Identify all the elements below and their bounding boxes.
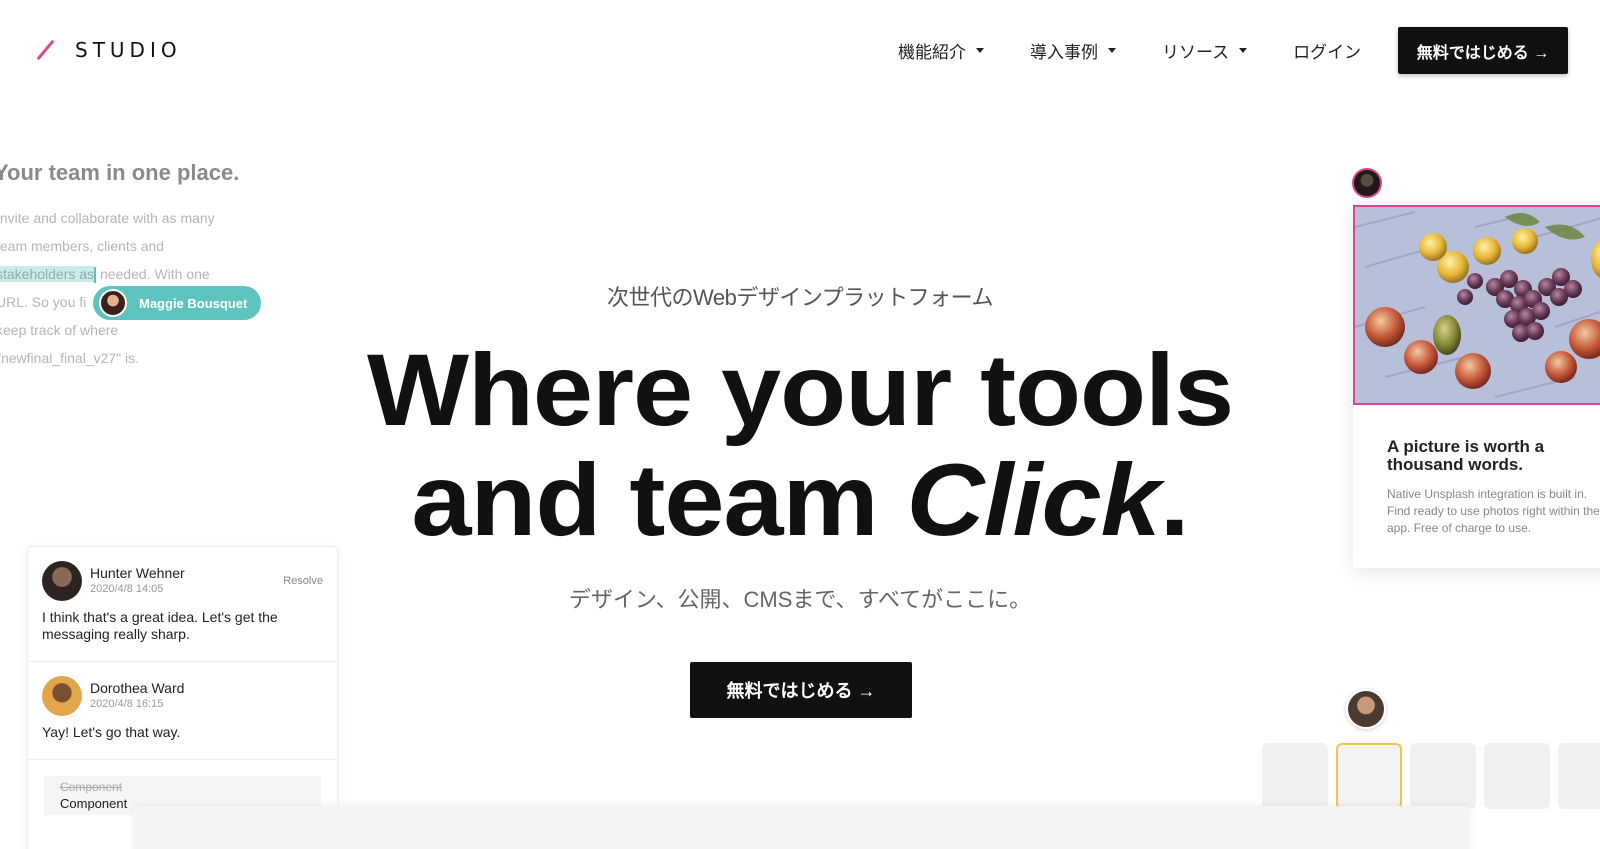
hero-title-line2: and team xyxy=(411,443,907,557)
comment-text: I think that's a great idea. Let's get t… xyxy=(42,609,278,642)
header-signup-button[interactable]: 無料ではじめる → xyxy=(1398,27,1568,74)
team-line: team members, clients and xyxy=(0,238,165,254)
site-header: STUDIO 機能紹介 導入事例 リソース ログイン 無料ではじめる → xyxy=(0,0,1600,100)
bottom-editor-panel xyxy=(133,806,1470,849)
logo-text: STUDIO xyxy=(75,38,182,62)
studio-logo[interactable]: STUDIO xyxy=(36,36,182,64)
nav-item-label: 導入事例 xyxy=(1030,42,1098,62)
thumbnail[interactable] xyxy=(1484,743,1550,809)
nav-item-features[interactable]: 機能紹介 xyxy=(898,38,984,63)
nav-item-resources[interactable]: リソース xyxy=(1162,38,1248,63)
avatar xyxy=(42,676,82,716)
comment-item: Dorothea Ward 2020/4/8 16:15 Yay! Let's … xyxy=(28,662,337,760)
strikethrough-text: Component xyxy=(60,780,123,794)
hero-title-period: . xyxy=(1159,443,1190,557)
nav-item-label: 機能紹介 xyxy=(898,42,966,62)
nav-item-case-studies[interactable]: 導入事例 xyxy=(1030,38,1116,63)
team-line: Invite and collaborate with as many xyxy=(0,210,215,226)
comment-item: Hunter Wehner 2020/4/8 14:05 Resolve I t… xyxy=(28,547,337,662)
thumbnail[interactable] xyxy=(1410,743,1476,809)
caret-down-icon xyxy=(1239,47,1248,53)
still-life-painting-image[interactable] xyxy=(1353,205,1600,405)
caret-down-icon xyxy=(976,47,984,53)
card-title: A picture is worth a thousand words. xyxy=(1387,437,1545,474)
resolve-button[interactable]: Resolve xyxy=(283,575,323,587)
comment-timestamp: 2020/4/8 16:15 xyxy=(90,698,164,710)
thumbnail[interactable] xyxy=(1262,743,1328,809)
painting-illustration xyxy=(1355,207,1600,403)
picture-card: A picture is worth a thousand words. Nat… xyxy=(1353,205,1600,568)
thumbnail[interactable] xyxy=(1558,743,1600,809)
comment-author: Dorothea Ward xyxy=(90,680,185,696)
avatar xyxy=(42,561,82,601)
nav-item-label: リソース xyxy=(1162,42,1230,62)
comment-text: Yay! Let's go that way. xyxy=(42,724,181,740)
logo-slash-icon xyxy=(36,39,55,61)
comments-panel: Hunter Wehner 2020/4/8 14:05 Resolve I t… xyxy=(27,546,338,849)
image-thumbnail-row xyxy=(1262,743,1600,809)
login-link[interactable]: ログイン xyxy=(1293,38,1361,63)
main-nav: 機能紹介 導入事例 リソース ログイン xyxy=(898,36,1391,64)
avatar xyxy=(1346,689,1386,729)
hero-title-emphasis: Click xyxy=(906,443,1161,557)
hero-title-line1: Where your tools xyxy=(366,333,1234,447)
thumbnail-selected[interactable] xyxy=(1336,743,1402,809)
card-description: Native Unsplash integration is built in.… xyxy=(1387,487,1600,535)
hero-signup-button[interactable]: 無料ではじめる → xyxy=(690,662,912,718)
caret-down-icon xyxy=(1108,47,1116,53)
avatar xyxy=(1352,168,1382,198)
team-heading: Your team in one place. xyxy=(0,160,240,185)
